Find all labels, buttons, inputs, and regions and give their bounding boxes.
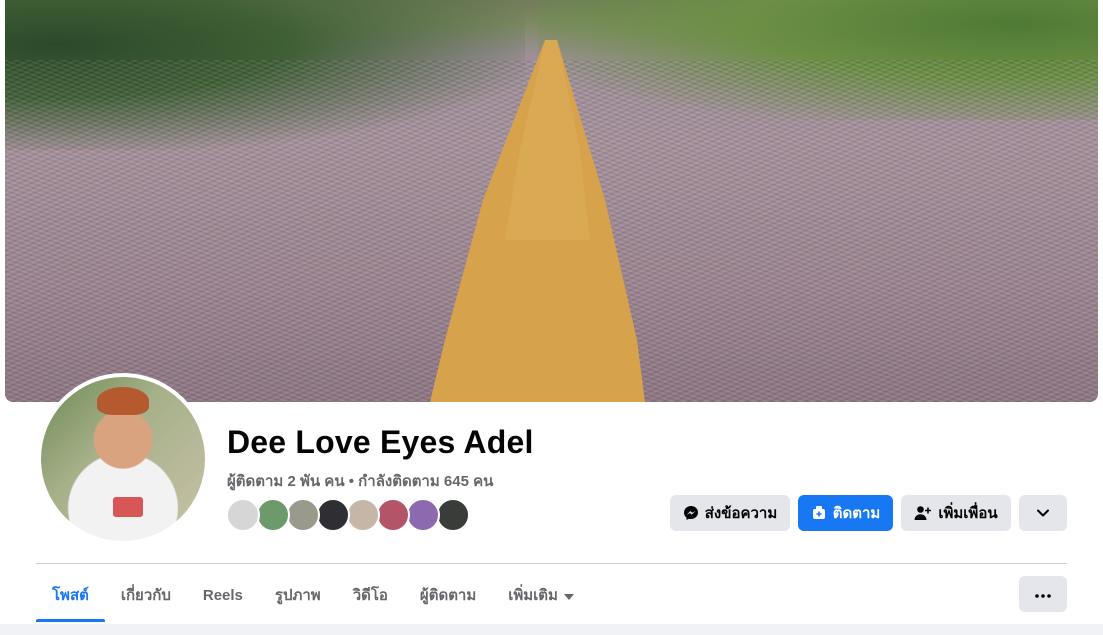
tab-reels-label: Reels	[202, 586, 243, 604]
friend-avatar[interactable]	[346, 498, 380, 532]
profile-name: Dee Love Eyes Adel	[227, 424, 534, 460]
friend-avatar[interactable]	[226, 498, 260, 532]
follow-icon	[811, 505, 827, 521]
page-background-strip	[0, 624, 1103, 635]
chevron-down-icon	[1037, 509, 1049, 517]
more-options-button[interactable]	[1019, 576, 1067, 612]
tab-more[interactable]: เพิ่มเติม	[492, 572, 590, 618]
tab-videos[interactable]: วิดีโอ	[337, 572, 404, 618]
add-friend-icon	[914, 505, 932, 521]
avatar-hair	[97, 387, 149, 415]
friend-avatars[interactable]	[226, 498, 470, 532]
tab-followers-label: ผู้ติดตาม	[419, 587, 477, 604]
friend-avatar[interactable]	[316, 498, 350, 532]
cover-photo[interactable]	[5, 0, 1098, 402]
profile-tabs: โพสต์ เกี่ยวกับ Reels รูปภาพ วิดีโอ ผู้ต…	[36, 572, 590, 622]
tab-about-label: เกี่ยวกับ	[120, 587, 171, 604]
more-dots-icon	[1035, 585, 1051, 603]
profile-avatar[interactable]	[37, 373, 209, 545]
tab-more-label: เพิ่มเติม	[508, 587, 558, 604]
friend-avatar[interactable]	[406, 498, 440, 532]
add-friend-button-label: เพิ่มเพื่อน	[938, 505, 998, 522]
caret-down-icon	[563, 587, 574, 604]
tab-about[interactable]: เกี่ยวกับ	[105, 572, 187, 618]
profile-options-dropdown[interactable]	[1019, 495, 1067, 531]
road-center-line	[430, 40, 645, 402]
tab-photos[interactable]: รูปภาพ	[259, 572, 337, 618]
message-button-label: ส่งข้อความ	[704, 505, 778, 522]
friend-avatar[interactable]	[256, 498, 290, 532]
messenger-icon	[683, 505, 699, 521]
header-divider	[36, 563, 1067, 564]
add-friend-button[interactable]: เพิ่มเพื่อน	[901, 495, 1011, 531]
friend-avatar[interactable]	[376, 498, 410, 532]
tab-posts-label: โพสต์	[52, 587, 89, 604]
follow-button[interactable]: ติดตาม	[798, 495, 893, 531]
tab-videos-label: วิดีโอ	[352, 587, 388, 604]
avatar-shirt-print	[113, 497, 143, 517]
tab-followers[interactable]: ผู้ติดตาม	[404, 572, 492, 618]
follow-stats[interactable]: ผู้ติดตาม 2 พัน คน • กำลังติดตาม 645 คน	[227, 469, 493, 493]
tab-posts[interactable]: โพสต์	[36, 572, 105, 622]
friend-avatar[interactable]	[286, 498, 320, 532]
avatar-photo	[41, 377, 205, 541]
message-button[interactable]: ส่งข้อความ	[670, 495, 790, 531]
tab-reels[interactable]: Reels	[187, 572, 259, 618]
tab-photos-label: รูปภาพ	[274, 587, 321, 604]
follow-button-label: ติดตาม	[832, 505, 881, 522]
friend-avatar[interactable]	[436, 498, 470, 532]
